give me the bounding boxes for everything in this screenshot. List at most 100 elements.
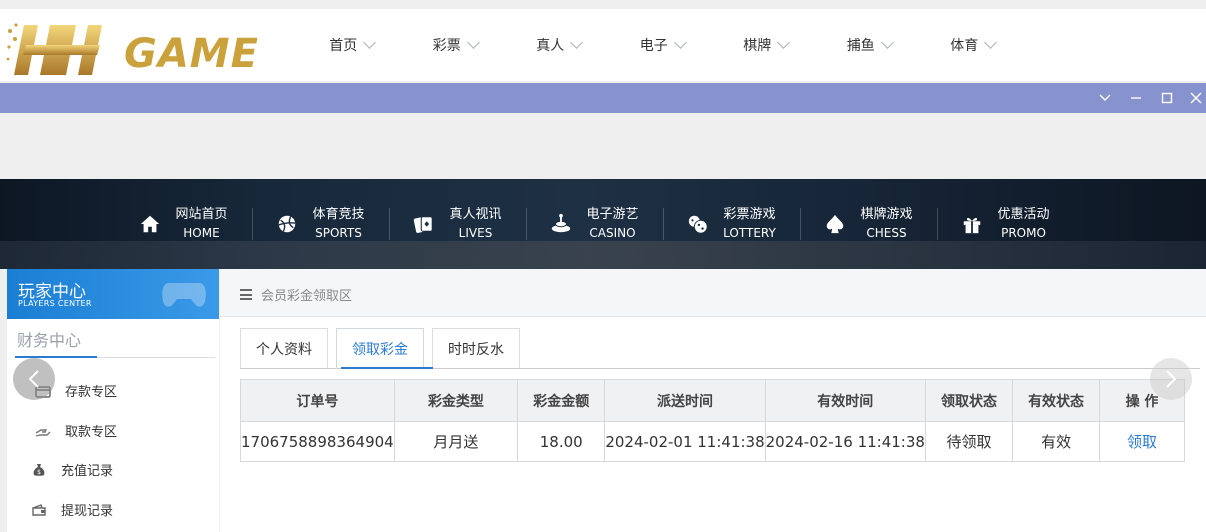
top-menu-label: 体育 <box>950 38 979 54</box>
banner-nav-en: HOME <box>183 226 220 240</box>
top-navigation: GAME 首页 彩票 真人 电子 棋牌 捕鱼 体育 <box>0 9 1206 81</box>
action-cell: 领取 <box>1099 421 1185 462</box>
banner-nav-cn: 体育竞技 <box>312 207 365 222</box>
banner-nav-cn: 棋牌游戏 <box>860 207 913 222</box>
banner-nav-en: PROMO <box>1001 226 1046 240</box>
banner-nav-cn: 网站首页 <box>175 207 228 222</box>
chevron-down-icon <box>570 36 584 49</box>
slot-icon <box>552 213 571 233</box>
chevron-down-icon <box>1099 94 1111 101</box>
top-menu-home[interactable]: 首页 <box>300 9 404 81</box>
cards-icon <box>414 216 434 233</box>
chevron-down-icon <box>363 36 377 49</box>
svg-text:$: $ <box>37 469 41 476</box>
banner-nav-home[interactable]: 网站首页 HOME <box>115 204 252 244</box>
top-menu-live[interactable]: 真人 <box>507 9 611 81</box>
tab-personal-info[interactable]: 个人资料 <box>240 328 328 368</box>
maximize-icon <box>1161 92 1173 104</box>
top-menu-chess[interactable]: 棋牌 <box>714 9 818 81</box>
bonus-table: 订单号 彩金类型 彩金金额 派送时间 有效时间 领取状态 有效状态 操 作 17… <box>240 379 1185 462</box>
banner-nav-cn: 电子游艺 <box>586 207 639 222</box>
minimize-button[interactable] <box>1128 90 1144 106</box>
top-menu-label: 电子 <box>639 38 668 54</box>
moneybag-icon: $ <box>33 463 45 476</box>
home-icon <box>141 215 160 233</box>
main-content: 会员彩金领取区 个人资料 领取彩金 时时反水 订单号 彩金类型 彩金金额 派送时… <box>220 269 1206 532</box>
chevron-down-icon <box>466 36 480 49</box>
breadcrumb-bar: 会员彩金领取区 <box>220 269 1206 317</box>
tab-claim-bonus[interactable]: 领取彩金 <box>336 328 424 368</box>
banner-nav-cn: 优惠活动 <box>997 207 1050 222</box>
top-menu-label: 棋牌 <box>743 38 772 54</box>
valid-time-cell: 2024-02-16 11:41:38 <box>764 421 926 462</box>
column-header: 彩金类型 <box>393 379 519 422</box>
sidebar-item-withdraw[interactable]: 取款专区 <box>35 421 117 440</box>
breadcrumb-label: 会员彩金领取区 <box>261 289 353 304</box>
tab-realtime-rebate[interactable]: 时时反水 <box>432 328 520 368</box>
dice-icon <box>689 215 708 234</box>
collapse-button[interactable] <box>1097 90 1113 106</box>
active-tab-indicator <box>341 367 433 369</box>
chevron-down-icon <box>880 36 894 49</box>
column-header: 订单号 <box>240 379 395 422</box>
spade-icon <box>827 214 844 234</box>
hh-logo-icon <box>6 23 102 75</box>
prev-arrow-button[interactable] <box>13 358 55 400</box>
top-menu-lottery[interactable]: 彩票 <box>404 9 508 81</box>
next-arrow-button[interactable] <box>1150 358 1192 400</box>
top-menu-sports[interactable]: 体育 <box>921 9 1025 81</box>
banner-nav-en: LIVES <box>458 226 493 240</box>
top-menu-label: 彩票 <box>432 38 461 54</box>
minimize-icon <box>1131 97 1141 99</box>
column-header: 领取状态 <box>924 379 1014 422</box>
hh-game-logo[interactable]: GAME <box>4 17 266 83</box>
gamepad-icon <box>162 283 206 307</box>
top-menu-electronic[interactable]: 电子 <box>611 9 715 81</box>
sidebar-item-label: 充值记录 <box>61 464 114 479</box>
close-button[interactable] <box>1188 90 1204 106</box>
bonus-type-cell: 月月送 <box>393 421 519 462</box>
dispatch-time-cell: 2024-02-01 11:41:38 <box>604 421 766 462</box>
sidebar-item-recharge-records[interactable]: $ 充值记录 <box>31 460 113 479</box>
banner-nav-en: SPORTS <box>315 226 362 240</box>
claim-status-cell: 待领取 <box>924 421 1014 462</box>
top-menu-label: 首页 <box>329 38 358 54</box>
banner-nav-sports[interactable]: 体育竞技 SPORTS <box>252 204 389 244</box>
banner-nav-en: LOTTERY <box>723 226 776 240</box>
chevron-right-icon <box>1166 370 1177 388</box>
bonus-amount-cell: 18.00 <box>517 421 606 462</box>
column-header: 彩金金额 <box>517 379 606 422</box>
claim-link[interactable]: 领取 <box>1127 433 1157 451</box>
sidebar-item-label: 存款专区 <box>65 385 118 400</box>
banner-nav-cn: 彩票游戏 <box>723 207 776 222</box>
chevron-down-icon <box>984 36 998 49</box>
players-center-subtitle: PLAYERS CENTER <box>18 299 92 308</box>
ball-icon <box>279 215 296 233</box>
players-center-sidebar: 玩家中心 PLAYERS CENTER 财务中心 存款专区 取款专区 $ 充值记… <box>7 269 219 532</box>
sidebar-item-withdraw-records[interactable]: 提现记录 <box>31 500 113 519</box>
valid-status-cell: 有效 <box>1012 421 1101 462</box>
window-titlebar <box>0 83 1206 113</box>
column-header: 派送时间 <box>604 379 766 422</box>
banner-nav-chess[interactable]: 棋牌游戏 CHESS <box>800 204 937 244</box>
banner-nav-en: CHESS <box>866 226 907 240</box>
close-icon <box>1190 92 1202 104</box>
banner-nav-lives[interactable]: 真人视讯 LIVES <box>389 204 526 244</box>
category-banner: 网站首页 HOME 体育竞技 SPORTS 真人视讯 LIVES 电子游艺 CASINO… <box>0 179 1206 269</box>
maximize-button[interactable] <box>1159 90 1175 106</box>
chevron-left-icon <box>28 370 39 388</box>
withdraw-icon <box>35 428 51 437</box>
top-menu-fishing[interactable]: 捕鱼 <box>818 9 922 81</box>
sidebar-item-label: 提现记录 <box>61 504 114 519</box>
finance-center-title: 财务中心 <box>17 331 82 350</box>
banner-nav-lottery[interactable]: 彩票游戏 LOTTERY <box>663 204 800 244</box>
banner-nav-casino[interactable]: 电子游艺 CASINO <box>526 204 663 244</box>
table-header-row: 订单号 彩金类型 彩金金额 派送时间 有效时间 领取状态 有效状态 操 作 <box>240 379 1185 422</box>
order-number-cell: 1706758898364904 <box>240 421 395 462</box>
banner-nav-promo[interactable]: 优惠活动 PROMO <box>937 204 1074 244</box>
menu-icon <box>240 289 252 300</box>
top-menu: 首页 彩票 真人 电子 棋牌 捕鱼 体育 <box>300 9 1025 81</box>
top-menu-label: 捕鱼 <box>846 38 875 54</box>
logo-text: GAME <box>124 31 259 77</box>
column-header: 有效状态 <box>1012 379 1101 422</box>
